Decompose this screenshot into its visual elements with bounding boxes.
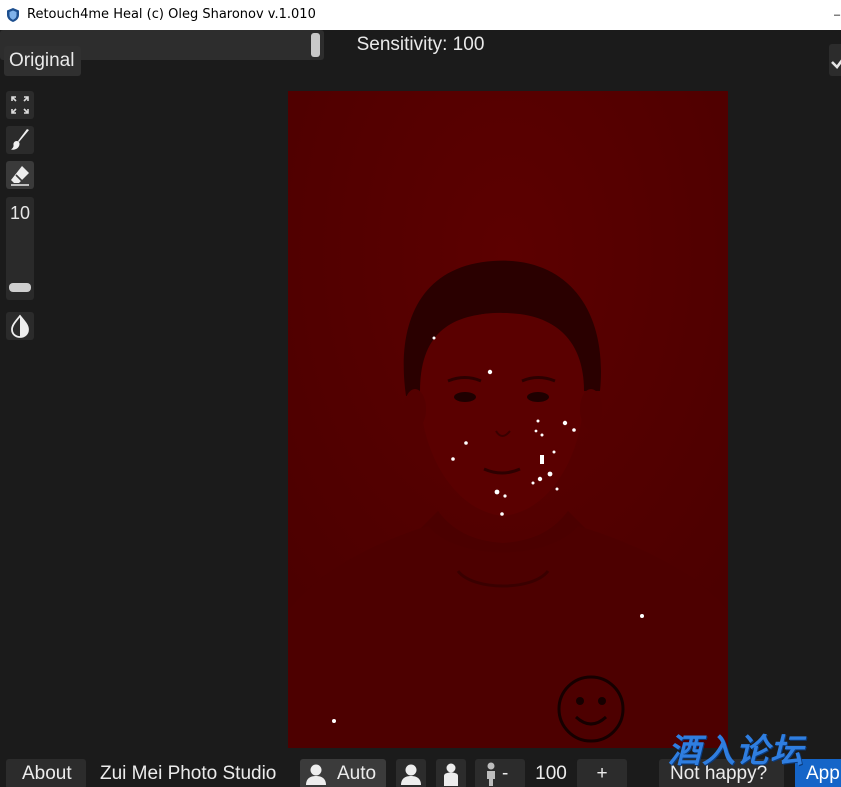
brush-tool-button[interactable]	[6, 126, 34, 154]
check-icon	[831, 59, 841, 69]
fit-to-screen-button[interactable]	[6, 91, 34, 119]
sensitivity-label: Sensitivity: 100	[356, 34, 485, 55]
person-half-icon	[444, 763, 458, 786]
title-bar: Retouch4me Heal (c) Oleg Sharonov v.1.01…	[0, 0, 841, 30]
sensitivity-slider-thumb[interactable]	[311, 33, 320, 57]
brush-size-slider[interactable]: 10	[6, 197, 34, 300]
confirm-button[interactable]	[829, 44, 841, 76]
brush-size-value: 10	[9, 203, 31, 223]
eraser-icon	[11, 166, 29, 186]
photo-with-mask	[288, 91, 728, 748]
about-button[interactable]: About	[6, 759, 86, 787]
auto-mode-button[interactable]: Auto	[300, 759, 386, 787]
auto-mode-label: Auto	[337, 763, 377, 784]
window-title: Retouch4me Heal (c) Oleg Sharonov v.1.01…	[27, 7, 316, 22]
studio-name: Zui Mei Photo Studio	[100, 763, 277, 784]
half-body-mode-button[interactable]	[436, 759, 466, 787]
person-full-icon	[487, 762, 495, 786]
sensitivity-slider[interactable]: Sensitivity: 100	[0, 30, 484, 60]
shield-icon	[7, 8, 19, 22]
zoom-plus-button[interactable]: +	[577, 759, 627, 787]
person-icon	[401, 764, 421, 785]
zoom-value: 100	[525, 759, 577, 787]
full-body-mode-button[interactable]: -	[475, 759, 525, 787]
person-icon	[306, 764, 326, 785]
contrast-icon	[11, 314, 29, 338]
workspace: Original Sensitivity: 100 10 About Zui M…	[0, 30, 841, 787]
fit-to-screen-icon	[11, 96, 29, 114]
brush-icon	[11, 129, 29, 150]
portrait-mode-button[interactable]	[396, 759, 426, 787]
mask-toggle-button[interactable]	[6, 312, 34, 340]
brush-size-slider-thumb[interactable]	[9, 283, 31, 292]
window-minimize-button[interactable]: –	[834, 0, 841, 30]
image-canvas[interactable]	[288, 91, 728, 748]
eraser-tool-button[interactable]	[6, 161, 34, 189]
watermark-text: 酒入论坛	[668, 732, 804, 769]
full-body-minus-label: -	[502, 763, 509, 784]
